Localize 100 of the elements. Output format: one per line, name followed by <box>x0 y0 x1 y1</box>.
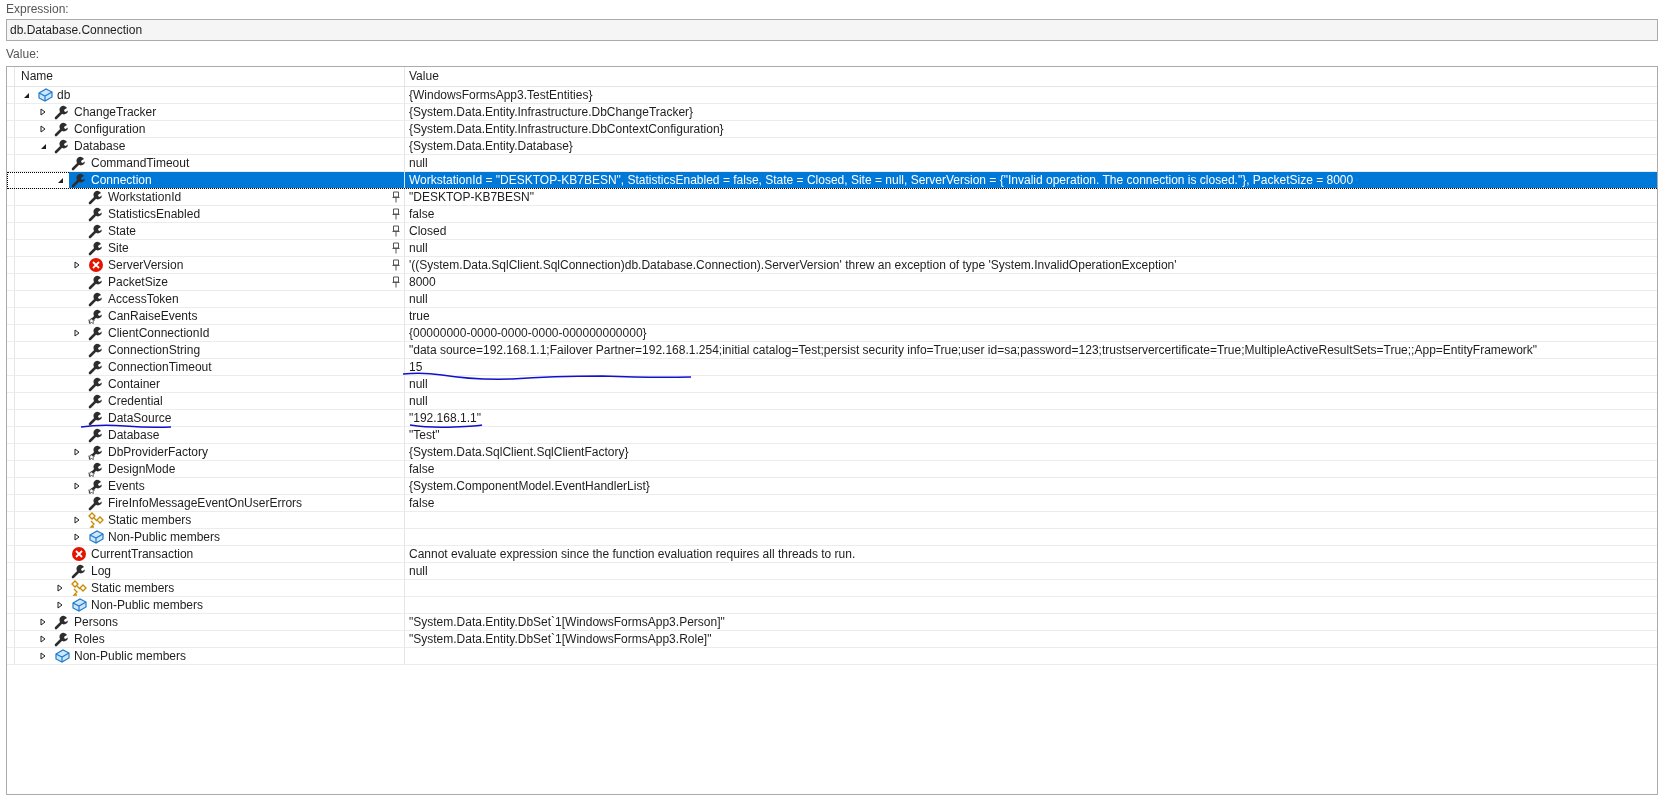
collapsed-arrow-icon[interactable] <box>57 601 63 609</box>
wrench-icon <box>54 121 70 137</box>
pin-icon[interactable] <box>392 225 400 237</box>
property-name[interactable]: Persons <box>74 614 119 630</box>
property-name[interactable]: Connection <box>91 172 152 188</box>
pin-icon[interactable] <box>392 208 400 220</box>
pin-icon[interactable] <box>392 276 400 288</box>
property-name[interactable]: FireInfoMessageEventOnUserErrors <box>108 495 303 511</box>
property-name[interactable]: State <box>108 223 137 239</box>
wrench-icon <box>88 342 104 358</box>
wrench-icon <box>71 563 87 579</box>
property-name[interactable]: Log <box>91 563 112 579</box>
wrench-icon <box>54 104 70 120</box>
property-name[interactable]: DbProviderFactory <box>108 444 209 460</box>
property-name[interactable]: Container <box>108 376 161 392</box>
expression-label: Expression: <box>6 1 70 17</box>
pin-icon[interactable] <box>392 242 400 254</box>
wrench-icon <box>88 189 104 205</box>
wrench-star-icon <box>88 461 104 477</box>
collapsed-arrow-icon[interactable] <box>74 448 80 456</box>
property-name[interactable]: AccessToken <box>108 291 179 307</box>
property-value: false <box>409 462 435 476</box>
wrench-icon <box>71 155 87 171</box>
property-name[interactable]: CanRaiseEvents <box>108 308 198 324</box>
collapsed-arrow-icon[interactable] <box>74 329 80 337</box>
wrench-icon <box>88 359 104 375</box>
property-name[interactable]: ChangeTracker <box>74 104 157 120</box>
property-value: Cannot evaluate expression since the function evaluation requires all threads to run. <box>409 547 856 561</box>
property-value: null <box>409 394 428 408</box>
property-name[interactable]: CommandTimeout <box>91 155 190 171</box>
property-value: 15 <box>409 360 423 374</box>
collapsed-arrow-icon[interactable] <box>40 635 46 643</box>
property-name[interactable]: PacketSize <box>108 274 169 290</box>
property-name[interactable]: WorkstationId <box>108 189 182 205</box>
pin-icon[interactable] <box>392 191 400 203</box>
collapsed-arrow-icon[interactable] <box>74 516 80 524</box>
wrench-star-icon <box>88 444 104 460</box>
property-name[interactable]: Database <box>74 138 126 154</box>
property-value: null <box>409 292 428 306</box>
pin-icon[interactable] <box>392 259 400 271</box>
expression-field[interactable]: db.Database.Connection <box>6 19 1658 41</box>
property-name[interactable]: DataSource <box>108 410 172 426</box>
property-value: false <box>409 207 435 221</box>
wrench-icon <box>88 393 104 409</box>
wrench-icon <box>88 274 104 290</box>
property-name[interactable]: Configuration <box>74 121 146 137</box>
property-name[interactable]: Static members <box>91 580 175 596</box>
property-value: "System.Data.Entity.DbSet`1[WindowsFormsApp3.Person]" <box>409 615 725 629</box>
wrench-icon <box>88 427 104 443</box>
property-name[interactable]: Static members <box>108 512 192 528</box>
property-value: {System.Data.Entity.Infrastructure.DbChangeTracker} <box>409 105 694 119</box>
wrench-icon <box>88 223 104 239</box>
property-value: {System.Data.Entity.Database} <box>409 139 573 153</box>
cube-icon <box>37 87 53 103</box>
cube-icon <box>88 529 104 545</box>
property-name[interactable]: CurrentTransaction <box>91 546 194 562</box>
property-value: {System.ComponentModel.EventHandlerList} <box>409 479 650 493</box>
property-name[interactable]: Site <box>108 240 129 256</box>
property-name[interactable]: DesignMode <box>108 461 176 477</box>
property-name[interactable]: Roles <box>74 631 105 647</box>
property-name[interactable]: Non-Public members <box>108 529 221 545</box>
property-name[interactable]: Database <box>108 427 160 443</box>
property-value: "DESKTOP-KB7BESN" <box>409 190 534 204</box>
error-icon <box>88 257 104 273</box>
expanded-arrow-icon[interactable] <box>40 142 47 150</box>
property-value: "System.Data.Entity.DbSet`1[WindowsFormsApp3.Role]" <box>409 632 712 646</box>
static-members-icon <box>71 580 87 596</box>
column-header[interactable]: Value <box>405 67 1657 86</box>
property-name[interactable]: ClientConnectionId <box>108 325 210 341</box>
collapsed-arrow-icon[interactable] <box>74 533 80 541</box>
property-name[interactable]: ServerVersion <box>108 257 184 273</box>
collapsed-arrow-icon[interactable] <box>40 652 46 660</box>
property-name[interactable]: ConnectionString <box>108 342 201 358</box>
wrench-icon <box>88 410 104 426</box>
expanded-arrow-icon[interactable] <box>57 176 64 184</box>
property-name[interactable]: ConnectionTimeout <box>108 359 212 375</box>
collapsed-arrow-icon[interactable] <box>40 108 46 116</box>
static-members-icon <box>88 512 104 528</box>
collapsed-arrow-icon[interactable] <box>74 261 80 269</box>
property-value: null <box>409 241 428 255</box>
property-value: null <box>409 564 428 578</box>
expanded-arrow-icon[interactable] <box>23 91 30 99</box>
property-name[interactable]: StatisticsEnabled <box>108 206 201 222</box>
property-name[interactable]: db <box>57 87 71 103</box>
property-name[interactable]: Non-Public members <box>91 597 204 613</box>
collapsed-arrow-icon[interactable] <box>40 618 46 626</box>
collapsed-arrow-icon[interactable] <box>57 584 63 592</box>
property-value: 8000 <box>409 275 436 289</box>
column-header[interactable]: Name <box>15 67 405 86</box>
wrench-icon <box>54 614 70 630</box>
collapsed-arrow-icon[interactable] <box>40 125 46 133</box>
property-name[interactable]: Events <box>108 478 145 494</box>
value-label: Value: <box>6 46 41 62</box>
property-name[interactable]: Credential <box>108 393 163 409</box>
property-value: '((System.Data.SqlClient.SqlConnection)db.Database.Connection).ServerVersion' threw an exception of type 'System.InvalidOperationException' <box>409 258 1177 272</box>
wrench-icon <box>88 206 104 222</box>
wrench-icon <box>88 495 104 511</box>
property-name[interactable]: Non-Public members <box>74 648 187 664</box>
cube-icon <box>54 648 70 664</box>
collapsed-arrow-icon[interactable] <box>74 482 80 490</box>
